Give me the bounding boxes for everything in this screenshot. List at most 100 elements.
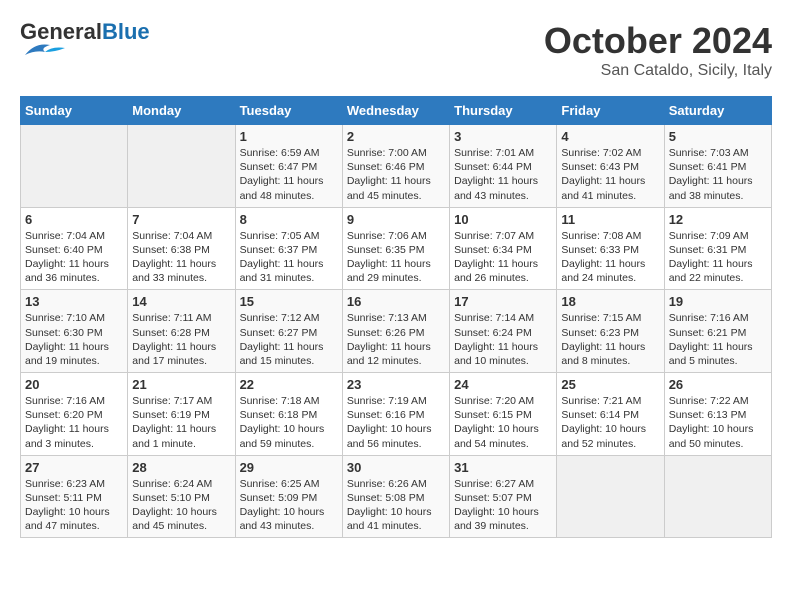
col-wednesday: Wednesday bbox=[342, 97, 449, 125]
day-info: Sunrise: 6:24 AM Sunset: 5:10 PM Dayligh… bbox=[132, 477, 230, 534]
day-number: 20 bbox=[25, 377, 123, 392]
calendar-cell: 10Sunrise: 7:07 AM Sunset: 6:34 PM Dayli… bbox=[450, 207, 557, 290]
logo-general-text: General bbox=[20, 19, 102, 44]
calendar-header: Sunday Monday Tuesday Wednesday Thursday… bbox=[21, 97, 772, 125]
day-number: 28 bbox=[132, 460, 230, 475]
calendar-cell: 25 Sunrise: 7:21 AM Sunset: 6:14 PM Dayli… bbox=[557, 373, 664, 456]
calendar-cell: 2 Sunrise: 7:00 AM Sunset: 6:46 PM Daylig… bbox=[342, 125, 449, 208]
day-info: Sunrise: 7:08 AM Sunset: 6:33 PM Dayligh… bbox=[561, 229, 659, 286]
calendar-cell: 26 Sunrise: 7:22 AM Sunset: 6:13 PM Dayli… bbox=[664, 373, 771, 456]
day-number: 23 bbox=[347, 377, 445, 392]
day-info: Sunrise: 7:04 AM Sunset: 6:38 PM Dayligh… bbox=[132, 229, 230, 286]
day-number: 21 bbox=[132, 377, 230, 392]
calendar-cell: 18 Sunrise: 7:15 AM Sunset: 6:23 PM Dayli… bbox=[557, 290, 664, 373]
calendar-cell: 15 Sunrise: 7:12 AM Sunset: 6:27 PM Dayli… bbox=[235, 290, 342, 373]
month-title: October 2024 bbox=[544, 20, 772, 62]
calendar-cell: 7 Sunrise: 7:04 AM Sunset: 6:38 PM Daylig… bbox=[128, 207, 235, 290]
calendar-cell bbox=[557, 455, 664, 538]
calendar-week-5: 27 Sunrise: 6:23 AM Sunset: 5:11 PM Dayli… bbox=[21, 455, 772, 538]
calendar-cell: 14 Sunrise: 7:11 AM Sunset: 6:28 PM Dayli… bbox=[128, 290, 235, 373]
day-number: 9 bbox=[347, 212, 445, 227]
day-info: Sunrise: 7:02 AM Sunset: 6:43 PM Dayligh… bbox=[561, 146, 659, 203]
day-number: 25 bbox=[561, 377, 659, 392]
day-info: Sunrise: 7:16 AM Sunset: 6:20 PM Dayligh… bbox=[25, 394, 123, 451]
day-info: Sunrise: 7:13 AM Sunset: 6:26 PM Dayligh… bbox=[347, 311, 445, 368]
day-info: Sunrise: 7:07 AM Sunset: 6:34 PM Dayligh… bbox=[454, 229, 552, 286]
col-friday: Friday bbox=[557, 97, 664, 125]
calendar-cell bbox=[128, 125, 235, 208]
calendar-cell bbox=[664, 455, 771, 538]
logo-blue-text: Blue bbox=[102, 19, 150, 44]
calendar-cell: 9 Sunrise: 7:06 AM Sunset: 6:35 PM Daylig… bbox=[342, 207, 449, 290]
title-block: October 2024 San Cataldo, Sicily, Italy bbox=[544, 20, 772, 80]
logo: GeneralBlue bbox=[20, 20, 150, 60]
col-thursday: Thursday bbox=[450, 97, 557, 125]
day-number: 3 bbox=[454, 129, 552, 144]
calendar-week-1: 1 Sunrise: 6:59 AM Sunset: 6:47 PM Daylig… bbox=[21, 125, 772, 208]
day-number: 29 bbox=[240, 460, 338, 475]
day-number: 27 bbox=[25, 460, 123, 475]
day-info: Sunrise: 7:15 AM Sunset: 6:23 PM Dayligh… bbox=[561, 311, 659, 368]
day-info: Sunrise: 6:25 AM Sunset: 5:09 PM Dayligh… bbox=[240, 477, 338, 534]
day-info: Sunrise: 7:12 AM Sunset: 6:27 PM Dayligh… bbox=[240, 311, 338, 368]
calendar-cell: 12 Sunrise: 7:09 AM Sunset: 6:31 PM Dayli… bbox=[664, 207, 771, 290]
calendar-cell: 13Sunrise: 7:10 AM Sunset: 6:30 PM Dayli… bbox=[21, 290, 128, 373]
day-info: Sunrise: 7:11 AM Sunset: 6:28 PM Dayligh… bbox=[132, 311, 230, 368]
col-monday: Monday bbox=[128, 97, 235, 125]
calendar-cell: 19Sunrise: 7:16 AM Sunset: 6:21 PM Dayli… bbox=[664, 290, 771, 373]
calendar-cell: 30 Sunrise: 6:26 AM Sunset: 5:08 PM Dayli… bbox=[342, 455, 449, 538]
day-number: 16 bbox=[347, 294, 445, 309]
calendar-cell: 23Sunrise: 7:19 AM Sunset: 6:16 PM Dayli… bbox=[342, 373, 449, 456]
col-saturday: Saturday bbox=[664, 97, 771, 125]
day-number: 26 bbox=[669, 377, 767, 392]
calendar-cell: 1 Sunrise: 6:59 AM Sunset: 6:47 PM Daylig… bbox=[235, 125, 342, 208]
day-number: 18 bbox=[561, 294, 659, 309]
day-number: 1 bbox=[240, 129, 338, 144]
day-number: 17 bbox=[454, 294, 552, 309]
day-number: 7 bbox=[132, 212, 230, 227]
day-info: Sunrise: 7:05 AM Sunset: 6:37 PM Dayligh… bbox=[240, 229, 338, 286]
day-info: Sunrise: 7:00 AM Sunset: 6:46 PM Dayligh… bbox=[347, 146, 445, 203]
day-info: Sunrise: 7:01 AM Sunset: 6:44 PM Dayligh… bbox=[454, 146, 552, 203]
calendar-cell: 4Sunrise: 7:02 AM Sunset: 6:43 PM Daylig… bbox=[557, 125, 664, 208]
day-info: Sunrise: 7:10 AM Sunset: 6:30 PM Dayligh… bbox=[25, 311, 123, 368]
day-number: 2 bbox=[347, 129, 445, 144]
day-number: 5 bbox=[669, 129, 767, 144]
calendar-cell: 28 Sunrise: 6:24 AM Sunset: 5:10 PM Dayli… bbox=[128, 455, 235, 538]
calendar-body: 1 Sunrise: 6:59 AM Sunset: 6:47 PM Daylig… bbox=[21, 125, 772, 538]
day-info: Sunrise: 7:21 AM Sunset: 6:14 PM Dayligh… bbox=[561, 394, 659, 451]
calendar-week-4: 20 Sunrise: 7:16 AM Sunset: 6:20 PM Dayli… bbox=[21, 373, 772, 456]
day-info: Sunrise: 7:09 AM Sunset: 6:31 PM Dayligh… bbox=[669, 229, 767, 286]
day-number: 14 bbox=[132, 294, 230, 309]
header-row: Sunday Monday Tuesday Wednesday Thursday… bbox=[21, 97, 772, 125]
calendar-cell: 6Sunrise: 7:04 AM Sunset: 6:40 PM Daylig… bbox=[21, 207, 128, 290]
calendar-cell: 22Sunrise: 7:18 AM Sunset: 6:18 PM Dayli… bbox=[235, 373, 342, 456]
day-info: Sunrise: 6:23 AM Sunset: 5:11 PM Dayligh… bbox=[25, 477, 123, 534]
day-info: Sunrise: 7:22 AM Sunset: 6:13 PM Dayligh… bbox=[669, 394, 767, 451]
day-info: Sunrise: 7:03 AM Sunset: 6:41 PM Dayligh… bbox=[669, 146, 767, 203]
calendar-cell: 3 Sunrise: 7:01 AM Sunset: 6:44 PM Daylig… bbox=[450, 125, 557, 208]
day-number: 30 bbox=[347, 460, 445, 475]
calendar-cell: 31Sunrise: 6:27 AM Sunset: 5:07 PM Dayli… bbox=[450, 455, 557, 538]
day-info: Sunrise: 6:26 AM Sunset: 5:08 PM Dayligh… bbox=[347, 477, 445, 534]
day-info: Sunrise: 7:20 AM Sunset: 6:15 PM Dayligh… bbox=[454, 394, 552, 451]
day-info: Sunrise: 7:17 AM Sunset: 6:19 PM Dayligh… bbox=[132, 394, 230, 451]
day-number: 22 bbox=[240, 377, 338, 392]
day-info: Sunrise: 7:06 AM Sunset: 6:35 PM Dayligh… bbox=[347, 229, 445, 286]
calendar-week-2: 6Sunrise: 7:04 AM Sunset: 6:40 PM Daylig… bbox=[21, 207, 772, 290]
day-number: 12 bbox=[669, 212, 767, 227]
calendar-cell: 20 Sunrise: 7:16 AM Sunset: 6:20 PM Dayli… bbox=[21, 373, 128, 456]
day-number: 11 bbox=[561, 212, 659, 227]
day-number: 6 bbox=[25, 212, 123, 227]
col-sunday: Sunday bbox=[21, 97, 128, 125]
calendar-cell: 21 Sunrise: 7:17 AM Sunset: 6:19 PM Dayli… bbox=[128, 373, 235, 456]
calendar-cell: 27 Sunrise: 6:23 AM Sunset: 5:11 PM Dayli… bbox=[21, 455, 128, 538]
calendar-cell: 11 Sunrise: 7:08 AM Sunset: 6:33 PM Dayli… bbox=[557, 207, 664, 290]
calendar-table: Sunday Monday Tuesday Wednesday Thursday… bbox=[20, 96, 772, 538]
day-info: Sunrise: 6:59 AM Sunset: 6:47 PM Dayligh… bbox=[240, 146, 338, 203]
calendar-cell bbox=[21, 125, 128, 208]
location: San Cataldo, Sicily, Italy bbox=[544, 62, 772, 80]
day-number: 19 bbox=[669, 294, 767, 309]
calendar-cell: 5 Sunrise: 7:03 AM Sunset: 6:41 PM Daylig… bbox=[664, 125, 771, 208]
day-number: 15 bbox=[240, 294, 338, 309]
